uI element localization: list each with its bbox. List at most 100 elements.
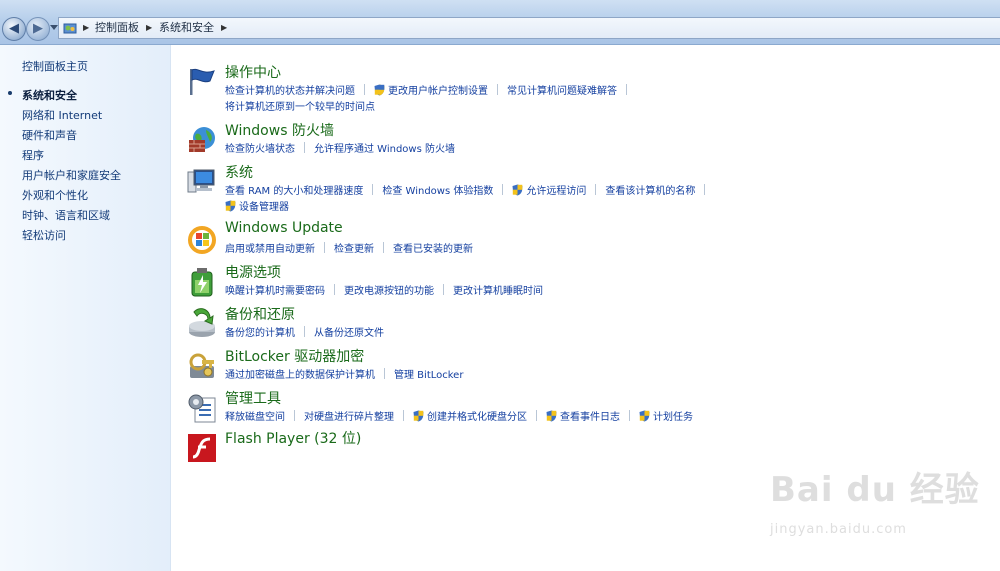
link-defragment[interactable]: 对硬盘进行碎片整理	[304, 408, 394, 423]
link-device-manager[interactable]: 设备管理器	[239, 198, 289, 213]
uac-shield-icon	[374, 84, 385, 95]
link-divider	[304, 142, 305, 153]
section-links: 备份您的计算机 从备份还原文件	[225, 324, 384, 339]
link-view-ram-speed[interactable]: 查看 RAM 的大小和处理器速度	[225, 182, 363, 197]
uac-shield-icon	[413, 410, 424, 421]
link-wake-password[interactable]: 唤醒计算机时需要密码	[225, 282, 325, 297]
link-divider	[364, 84, 365, 95]
link-troubleshoot[interactable]: 常见计算机问题疑难解答	[507, 82, 617, 97]
nav-item-user-accounts[interactable]: 用户帐户和家庭安全	[22, 167, 121, 183]
section-title-windows-update[interactable]: Windows Update	[225, 220, 343, 236]
left-navigation-pane: 控制面板主页 系统和安全 网络和 Internet 硬件和声音 程序 用户帐户和…	[0, 45, 171, 571]
section-links: 唤醒计算机时需要密码 更改电源按钮的功能 更改计算机睡眠时间	[225, 282, 543, 297]
windows-update-icon	[188, 226, 216, 254]
link-remote-access[interactable]: 允许远程访问	[526, 182, 586, 197]
backup-restore-icon	[189, 308, 215, 337]
baidu-jingyan-logo: Bai du 经验	[770, 470, 980, 510]
link-divider	[384, 368, 385, 379]
link-disk-cleanup[interactable]: 释放磁盘空间	[225, 408, 285, 423]
link-divider	[294, 410, 295, 421]
link-auto-update[interactable]: 启用或禁用自动更新	[225, 240, 315, 255]
link-encrypt-disk[interactable]: 通过加密磁盘上的数据保护计算机	[225, 366, 375, 381]
section-links: 启用或禁用自动更新 检查更新 查看已安装的更新	[225, 240, 473, 255]
nav-item-network-internet[interactable]: 网络和 Internet	[22, 107, 102, 123]
link-divider	[334, 284, 335, 295]
section-title-power-options[interactable]: 电源选项	[225, 262, 281, 282]
section-title-firewall[interactable]: Windows 防火墙	[225, 120, 334, 140]
link-check-updates[interactable]: 检查更新	[334, 240, 374, 255]
nav-item-programs[interactable]: 程序	[22, 147, 44, 163]
nav-item-hardware-sound[interactable]: 硬件和声音	[22, 127, 77, 143]
link-backup-computer[interactable]: 备份您的计算机	[225, 324, 295, 339]
system-computer-icon	[187, 169, 215, 193]
link-create-partitions[interactable]: 创建并格式化硬盘分区	[427, 408, 527, 423]
power-options-icon	[191, 268, 213, 297]
breadcrumb-separator-icon[interactable]: ▶	[146, 20, 152, 36]
active-bullet-icon	[8, 91, 12, 95]
link-installed-updates[interactable]: 查看已安装的更新	[393, 240, 473, 255]
nav-item-ease-of-access[interactable]: 轻松访问	[22, 227, 66, 243]
section-links: 检查计算机的状态并解决问题 更改用户帐户控制设置 常见计算机问题疑难解答	[225, 82, 636, 97]
nav-item-system-security[interactable]: 系统和安全	[22, 87, 77, 103]
uac-shield-icon	[512, 184, 523, 195]
section-title-action-center[interactable]: 操作中心	[225, 62, 281, 82]
link-divider	[502, 184, 504, 195]
section-links: 释放磁盘空间 对硬盘进行碎片整理 创建并格式化硬盘分区 查看事件日志 计划任务	[225, 408, 693, 423]
link-divider	[443, 284, 444, 295]
nav-item-clock-language[interactable]: 时钟、语言和区域	[22, 207, 110, 223]
link-firewall-status[interactable]: 检查防火墙状态	[225, 140, 295, 155]
action-center-flag-icon	[190, 68, 215, 95]
uac-shield-icon	[225, 200, 236, 211]
link-schedule-tasks[interactable]: 计划任务	[653, 408, 693, 423]
link-computer-name[interactable]: 查看该计算机的名称	[605, 182, 695, 197]
link-divider	[626, 84, 627, 95]
breadcrumb-system-security[interactable]: 系统和安全	[159, 20, 214, 36]
forward-arrow-icon[interactable]: ▶	[26, 17, 50, 41]
link-divider	[536, 410, 537, 421]
firewall-icon	[189, 127, 215, 152]
breadcrumb-separator-icon[interactable]: ▶	[221, 20, 227, 36]
flash-player-icon	[188, 434, 216, 462]
link-experience-index[interactable]: 检查 Windows 体验指数	[382, 182, 493, 197]
watermark-url: jingyan.baidu.com	[770, 522, 907, 537]
section-links: 查看 RAM 的大小和处理器速度 检查 Windows 体验指数 允许远程访问 查看该…	[225, 182, 714, 197]
link-event-logs[interactable]: 查看事件日志	[560, 408, 620, 423]
link-system-restore[interactable]: 将计算机还原到一个较早的时间点	[225, 98, 375, 113]
section-title-system[interactable]: 系统	[225, 162, 253, 182]
bitlocker-keys-icon	[189, 353, 214, 378]
link-divider	[629, 410, 630, 421]
link-divider	[497, 84, 498, 95]
section-links: 通过加密磁盘上的数据保护计算机 管理 BitLocker	[225, 366, 463, 381]
section-links: 检查防火墙状态 允许程序通过 Windows 防火墙	[225, 140, 455, 155]
admin-tools-icon	[188, 394, 216, 423]
link-sleep-time[interactable]: 更改计算机睡眠时间	[453, 282, 543, 297]
link-divider	[383, 242, 384, 253]
link-power-button[interactable]: 更改电源按钮的功能	[344, 282, 434, 297]
breadcrumb-control-panel[interactable]: 控制面板	[95, 20, 139, 36]
link-manage-bitlocker[interactable]: 管理 BitLocker	[394, 366, 463, 381]
section-links-row2: 将计算机还原到一个较早的时间点	[225, 98, 375, 113]
link-restore-files[interactable]: 从备份还原文件	[314, 324, 384, 339]
breadcrumb-separator-icon[interactable]: ▶	[83, 20, 89, 36]
uac-shield-icon	[546, 410, 557, 421]
recent-pages-dropdown-icon[interactable]	[50, 25, 58, 30]
link-divider	[304, 326, 305, 337]
link-allow-program[interactable]: 允许程序通过 Windows 防火墙	[314, 140, 455, 155]
link-divider	[704, 184, 706, 195]
address-toolbar: ◀ ▶ ▶ 控制面板 ▶ 系统和安全 ▶	[0, 0, 1000, 45]
section-title-flash-player[interactable]: Flash Player (32 位)	[225, 428, 361, 448]
control-panel-home-link[interactable]: 控制面板主页	[22, 58, 88, 74]
link-check-status[interactable]: 检查计算机的状态并解决问题	[225, 82, 355, 97]
baidu-jingyan-watermark: Bai du 经验 jingyan.baidu.com	[770, 462, 980, 537]
section-title-admin-tools[interactable]: 管理工具	[225, 388, 281, 408]
breadcrumb[interactable]: ▶ 控制面板 ▶ 系统和安全 ▶	[58, 17, 1000, 39]
link-uac-settings[interactable]: 更改用户帐户控制设置	[388, 82, 488, 97]
link-divider	[595, 184, 597, 195]
section-title-backup-restore[interactable]: 备份和还原	[225, 304, 295, 324]
section-title-bitlocker[interactable]: BitLocker 驱动器加密	[225, 346, 364, 366]
nav-item-appearance[interactable]: 外观和个性化	[22, 187, 88, 203]
back-arrow-icon[interactable]: ◀	[2, 17, 26, 41]
control-panel-icon	[63, 23, 77, 34]
link-divider	[403, 410, 404, 421]
section-links-row2: 设备管理器	[225, 198, 289, 213]
